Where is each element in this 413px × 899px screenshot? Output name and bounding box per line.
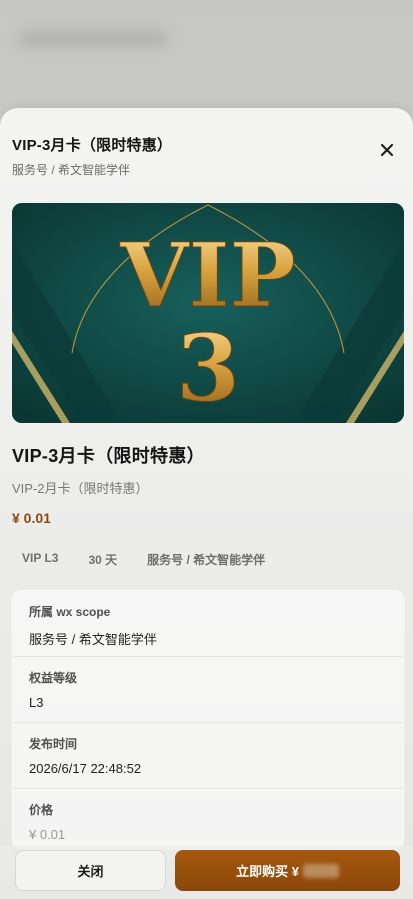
close-sheet-button[interactable]: 关闭 <box>15 850 166 891</box>
tag-scope: 服务号 / 希文智能学伴 <box>147 553 266 567</box>
blurred-price <box>302 863 339 878</box>
buy-now-label: 立即购买 ¥ <box>236 864 299 879</box>
detail-row-level: 权益等级 L3 <box>13 657 403 723</box>
product-sheet: VIP-3月卡（限时特惠） 服务号 / 希文智能学伴 VIP 3 VIP-3月卡… <box>0 108 413 899</box>
detail-row-price: 价格 ¥ 0.01 <box>13 789 403 849</box>
close-icon <box>381 144 393 156</box>
product-subtitle: VIP-2月卡（限时特惠） <box>12 481 149 496</box>
sheet-title: VIP-3月卡（限时特惠） <box>12 137 173 154</box>
detail-value: ¥ 0.01 <box>29 827 66 842</box>
tag-level: VIP L3 <box>22 551 59 565</box>
background-blurred-text <box>18 30 168 48</box>
tag-duration: 30 天 <box>88 553 118 567</box>
banner-vip-text: VIP <box>119 223 296 327</box>
product-price: ¥ 0.01 <box>12 510 51 526</box>
banner-number-text: 3 <box>176 314 240 422</box>
detail-value: L3 <box>29 695 44 710</box>
close-button[interactable] <box>375 138 399 162</box>
product-title: VIP-3月卡（限时特惠） <box>12 446 205 466</box>
detail-value: 2026/6/17 22:48:52 <box>29 761 142 776</box>
sheet-header: VIP-3月卡（限时特惠） 服务号 / 希文智能学伴 <box>12 134 401 178</box>
detail-label: 发布时间 <box>29 737 78 751</box>
sheet-footer: 关闭 立即购买 ¥ <box>0 846 413 899</box>
buy-now-button[interactable]: 立即购买 ¥ <box>175 850 400 891</box>
detail-value: 服务号 / 希文智能学伴 <box>29 632 157 647</box>
detail-label: 价格 <box>29 803 54 817</box>
sheet-source: 服务号 / 希文智能学伴 <box>12 163 131 177</box>
vip-banner-image: VIP 3 <box>12 203 404 423</box>
detail-row-scope: 所属 wx scope 服务号 / 希文智能学伴 <box>13 591 403 657</box>
details-card: 所属 wx scope 服务号 / 希文智能学伴 权益等级 L3 发布时间 20… <box>12 590 404 850</box>
detail-label: 所属 wx scope <box>29 605 111 619</box>
product-tags: VIP L3 30 天 服务号 / 希文智能学伴 <box>12 548 285 571</box>
detail-row-published: 发布时间 2026/6/17 22:48:52 <box>13 723 403 789</box>
detail-label: 权益等级 <box>29 671 78 685</box>
